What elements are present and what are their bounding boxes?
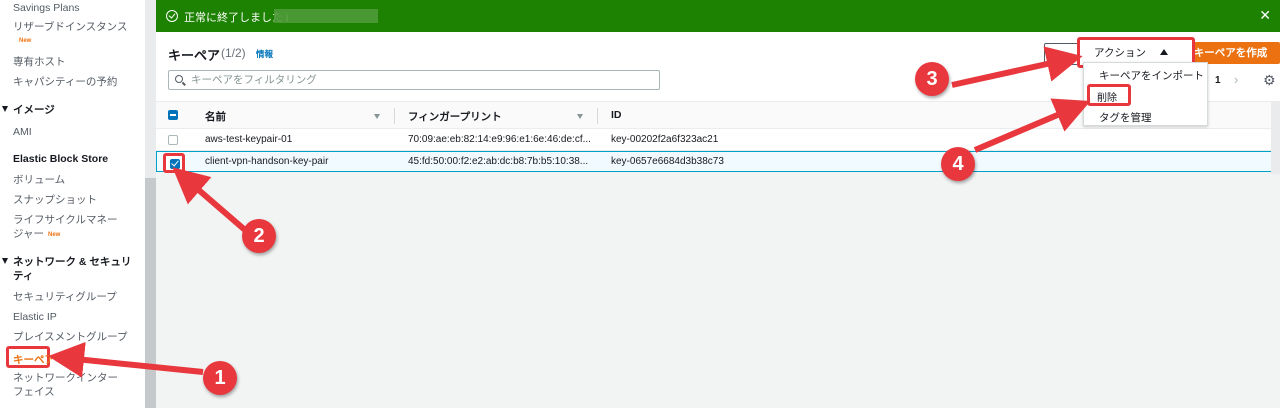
key-pair-fingerprint: 70:09:ae:eb:82:14:e9:96:e1:6e:46:de:cf..… [408,134,591,145]
search-icon [175,75,183,83]
sidebar-item-capacity-reservations[interactable]: キャパシティーの予約 [13,75,117,89]
actions-label: アクション [1094,47,1146,59]
table-row[interactable]: aws-test-keypair-01 70:09:ae:eb:82:14:e9… [156,130,1280,151]
flash-message: 正常に終了しました i [184,12,289,24]
annotation-badge-1: 1 [203,361,237,395]
create-key-pair-button[interactable]: キーペアを作成 [1181,42,1280,64]
filter-input[interactable] [191,72,651,88]
new-badge: New [48,232,61,238]
filter-box[interactable] [168,70,660,90]
caret-up-icon [1160,49,1168,55]
sidebar-item-network-interfaces[interactable]: ネットワークインター [13,371,118,385]
table-scrollbar[interactable] [1271,101,1280,174]
sidebar-scrollbar-thumb[interactable] [145,178,156,408]
sidebar-item-lifecycle-manager[interactable]: ライフサイクルマネー [13,213,117,227]
table-row-selected[interactable]: client-vpn-handson-key-pair 45:fd:50:00:… [156,151,1280,173]
sidebar-item-snapshots[interactable]: スナップショット [13,193,97,207]
menu-item-import-key-pair[interactable]: キーペアをインポート [1099,68,1204,83]
menu-item-delete[interactable]: 削除 [1087,84,1131,106]
key-pair-id: key-00202f2a6f323ac21 [611,134,719,145]
checked-checkbox-icon[interactable] [170,159,180,169]
caret-down-icon [2,258,8,264]
success-flashbar: 正常に終了しました i ✕ [156,0,1280,32]
column-header-name[interactable]: 名前 [205,109,226,124]
row-checkbox-highlight[interactable] [163,153,185,173]
sidebar-item-dedicated-hosts[interactable]: 専有ホスト [13,55,66,69]
sidebar-item-network-interfaces-2[interactable]: フェイス [13,385,55,399]
key-pair-id: key-0657e6684d3b38c73 [611,156,724,167]
check-circle-icon [166,10,178,22]
column-header-fingerprint[interactable]: フィンガープリント [408,109,502,124]
menu-item-manage-tags[interactable]: タグを管理 [1099,110,1152,125]
sidebar-item-elastic-ip[interactable]: Elastic IP [13,310,57,324]
sidebar-item-lifecycle-manager-2[interactable]: ジャー [13,227,44,241]
key-pair-name: aws-test-keypair-01 [205,134,293,145]
column-divider [597,108,598,124]
column-divider [394,108,395,124]
sidebar-item-key-pairs[interactable]: キーペア [6,346,55,368]
row-checkbox[interactable] [168,135,178,145]
sidebar-section-ebs[interactable]: Elastic Block Store [13,152,108,166]
select-all-checkbox[interactable] [168,110,178,120]
sidebar-section-network-security[interactable]: ネットワーク & セキュリ [2,255,131,269]
sidebar-item-placement-groups[interactable]: プレイスメントグループ [13,330,128,344]
caret-down-icon [2,106,8,112]
close-icon[interactable]: ✕ [1259,7,1271,24]
redacted-block [274,9,378,23]
sidebar-item-security-groups[interactable]: セキュリティグループ [13,290,117,304]
key-pair-fingerprint: 45:fd:50:00:f2:e2:ab:dc:b8:7b:b5:10:38..… [408,156,589,167]
sidebar: Savings Plans リザーブドインスタンス New 専有ホスト キャパシ… [0,0,145,408]
annotation-badge-4: 4 [941,147,975,181]
annotation-badge-3: 3 [915,62,949,96]
sort-down-icon[interactable] [577,114,583,119]
key-pair-name: client-vpn-handson-key-pair [205,156,329,167]
sidebar-item-ami[interactable]: AMI [13,125,32,139]
main-content: 正常に終了しました i ✕ キーペア (1/2) 情報 キーペアを作成 アクショ… [156,0,1280,408]
sort-down-icon[interactable] [374,114,380,119]
sidebar-item-savings-plans[interactable]: Savings Plans [13,1,80,15]
column-header-id[interactable]: ID [611,109,622,121]
page-number[interactable]: 1 [1215,75,1221,86]
page-title: キーペア [168,48,221,63]
sidebar-item-reserved-instances[interactable]: リザーブドインスタンス [13,20,127,34]
refresh-button[interactable] [1044,43,1080,65]
chevron-right-icon[interactable]: › [1234,72,1238,87]
sidebar-section-images[interactable]: イメージ [2,103,55,117]
new-badge: New [19,38,32,44]
info-link[interactable]: 情報 [256,48,273,60]
sidebar-section-network-security-2: ティ [13,270,34,282]
selection-count: (1/2) [221,46,246,60]
sidebar-item-volumes[interactable]: ボリューム [13,173,65,187]
actions-dropdown-menu: キーペアをインポート 削除 タグを管理 [1083,62,1208,126]
sidebar-item-label: キーペア [13,354,55,366]
gear-icon[interactable]: ⚙ [1263,72,1276,89]
annotation-badge-2: 2 [242,219,276,253]
menu-item-label: 削除 [1097,93,1117,104]
